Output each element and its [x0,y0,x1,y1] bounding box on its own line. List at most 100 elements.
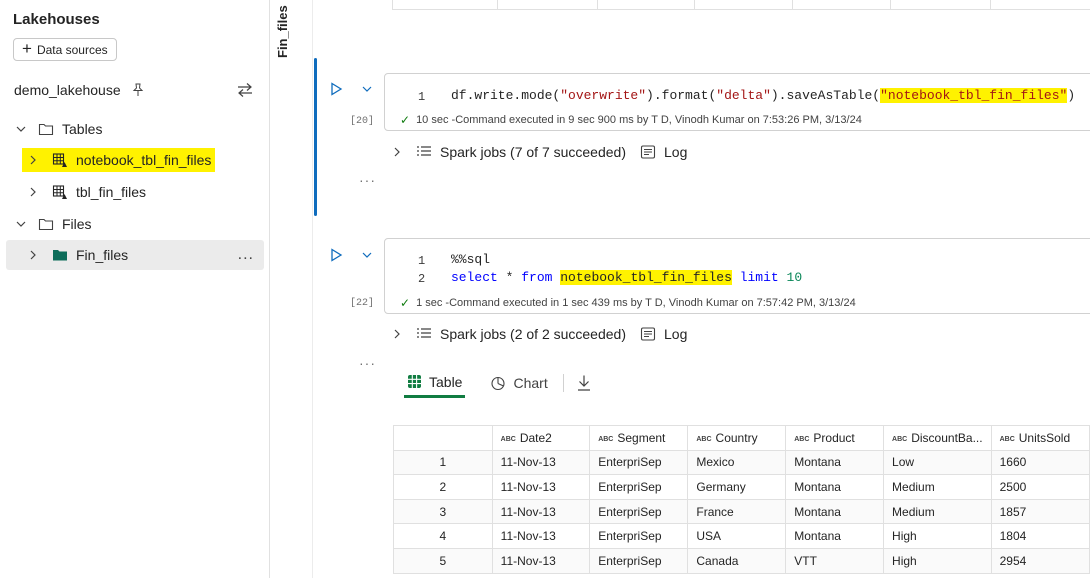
column-header[interactable]: ABC UnitsSold [990,425,1090,451]
execution-status: ✓ 1 sec -Command executed in 1 sec 439 m… [400,296,856,310]
row-index: 2 [393,474,493,500]
table-cell[interactable]: VTT [785,547,885,574]
data-sources-label: Data sources [36,42,108,57]
table-cell[interactable]: Montana [785,474,885,500]
table-row[interactable]: 5 11-Nov-13 EnterpriSep Canada VTT High … [393,547,1090,574]
column-header[interactable]: ABC Date2 [491,425,591,451]
code-cell[interactable]: 1 %%sql 2 select * from notebook_tbl_fin… [384,238,1090,314]
column-header[interactable]: ABC Segment [589,425,689,451]
code-line[interactable]: %%sql [451,252,490,267]
table-cell[interactable]: 11-Nov-13 [491,547,591,574]
table-cell[interactable]: 1660 [990,449,1090,476]
table-row[interactable]: 1 11-Nov-13 EnterpriSep Mexico Montana L… [393,449,1090,476]
tree-tables-folder[interactable]: Tables [14,116,102,142]
tables-label: Tables [62,121,103,137]
tab-table[interactable]: Table [404,368,466,398]
execution-count: [22] [350,298,375,309]
table-cell[interactable]: EnterpriSep [589,523,689,549]
plus-icon: + [22,39,32,58]
table-cell[interactable]: Montana [785,449,885,476]
table-cell[interactable]: Mexico [687,449,787,476]
collapse-cell-icon[interactable] [360,248,374,262]
row-index: 4 [393,523,493,549]
side-tab-fin-files[interactable]: Fin_files [275,2,290,58]
lakehouse-name: demo_lakehouse [14,82,121,98]
chevron-right-icon [30,250,36,260]
log-button[interactable]: Log [664,326,687,342]
code-line[interactable]: select * from notebook_tbl_fin_files lim… [451,270,802,285]
cell-more-icon[interactable]: ··· [359,172,376,188]
code-cell[interactable]: 1 df.write.mode("overwrite").format("del… [384,73,1090,131]
table-cell[interactable]: High [883,547,992,574]
code-line[interactable]: df.write.mode("overwrite").format("delta… [451,88,1075,103]
table-cell[interactable]: Germany [687,474,787,500]
table-cell[interactable]: 11-Nov-13 [491,449,591,476]
more-options-button[interactable]: ... [238,246,254,264]
switch-lakehouse-icon[interactable] [236,82,254,98]
explorer-title: Lakehouses [13,11,100,28]
result-view-tabs: Table Chart [404,368,592,398]
table-cell[interactable]: Montana [785,523,885,549]
table-cell[interactable]: 1857 [990,498,1090,525]
log-button[interactable]: Log [664,144,687,160]
column-header[interactable]: ABC Country [687,425,787,451]
table-cell[interactable]: USA [687,523,787,549]
table-cell[interactable]: Low [883,449,992,476]
table-cell[interactable]: EnterpriSep [589,498,689,525]
table-row[interactable]: 2 11-Nov-13 EnterpriSep Germany Montana … [393,474,1090,500]
table-name: tbl_fin_files [76,184,147,200]
table-cell[interactable]: EnterpriSep [589,449,689,476]
tree-folder-item[interactable]: Fin_files ... [6,240,264,270]
table-cell[interactable]: France [687,498,787,525]
spark-jobs-icon [417,328,431,338]
table-cell[interactable]: High [883,523,992,549]
spark-jobs-label: Spark jobs (2 of 2 succeeded) [440,326,626,342]
previous-output-table-edge [392,0,1090,10]
chevron-right-icon [30,155,36,165]
table-cell[interactable]: 2954 [990,547,1090,574]
folder-name: Fin_files [76,247,129,263]
checkmark-icon: ✓ [400,113,411,127]
cell-more-icon[interactable]: ··· [359,355,376,371]
run-cell-icon[interactable] [329,82,343,96]
download-icon[interactable] [576,374,592,392]
table-cell[interactable]: Canada [687,547,787,574]
spark-jobs-row[interactable]: Spark jobs (7 of 7 succeeded) Log [390,144,687,160]
collapse-cell-icon[interactable] [360,82,374,96]
tree-table-item[interactable]: notebook_tbl_fin_files [22,147,216,173]
log-icon [640,145,656,159]
folder-icon [38,123,54,136]
table-row[interactable]: 3 11-Nov-13 EnterpriSep France Montana M… [393,498,1090,525]
result-table: ABC Date2 ABC Segment ABC Country ABC Produc… [393,425,1090,574]
table-cell[interactable]: 1804 [990,523,1090,549]
table-cell[interactable]: 11-Nov-13 [491,498,591,525]
line-number: 1 [418,254,426,268]
table-grid-icon [408,375,421,388]
table-cell[interactable]: 2500 [990,474,1090,500]
chevron-right-icon [394,329,400,339]
chevron-down-icon [16,221,26,227]
column-header[interactable]: ABC Product [785,425,885,451]
active-cell-indicator [314,58,317,216]
run-cell-icon[interactable] [329,248,343,262]
table-cell[interactable]: 11-Nov-13 [491,474,591,500]
table-cell[interactable]: Montana [785,498,885,525]
spark-jobs-icon [417,146,431,156]
execution-status: ✓ 10 sec -Command executed in 9 sec 900 … [400,113,862,127]
lakehouse-name-row[interactable]: demo_lakehouse [14,82,145,98]
tree-files-folder[interactable]: Files [14,211,92,237]
tab-chart[interactable]: Chart [487,368,550,398]
column-header[interactable]: ABC DiscountBa... [883,425,992,451]
pin-icon[interactable] [131,83,145,97]
table-cell[interactable]: Medium [883,498,992,525]
table-cell[interactable]: EnterpriSep [589,547,689,574]
tree-table-item[interactable]: tbl_fin_files [26,179,146,205]
table-cell[interactable]: Medium [883,474,992,500]
chevron-right-icon [30,187,36,197]
spark-jobs-row[interactable]: Spark jobs (2 of 2 succeeded) Log [390,326,687,342]
table-cell[interactable]: 11-Nov-13 [491,523,591,549]
table-cell[interactable]: EnterpriSep [589,474,689,500]
table-row[interactable]: 4 11-Nov-13 EnterpriSep USA Montana High… [393,523,1090,549]
folder-icon [38,218,54,231]
data-sources-button[interactable]: + Data sources [13,38,117,61]
